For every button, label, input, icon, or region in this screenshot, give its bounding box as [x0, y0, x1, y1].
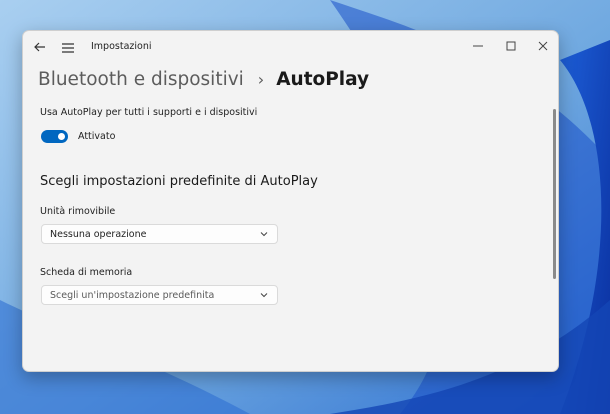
settings-window: Impostazioni Bluetooth e dispositivi › A… [22, 30, 559, 372]
defaults-section-title: Scegli impostazioni predefinite di AutoP… [40, 174, 318, 189]
back-button[interactable] [32, 39, 48, 55]
removable-drive-value: Nessuna operazione [50, 229, 147, 240]
close-icon [538, 41, 548, 51]
maximize-button[interactable] [497, 35, 525, 57]
autoplay-toggle[interactable] [41, 130, 68, 143]
maximize-icon [506, 41, 516, 51]
memory-card-dropdown[interactable]: Scegli un'impostazione predefinita [41, 285, 278, 305]
close-button[interactable] [529, 35, 557, 57]
breadcrumb-chevron-icon: › [257, 69, 265, 89]
chevron-down-icon [260, 232, 268, 237]
page-title: AutoPlay [276, 68, 370, 90]
back-arrow-icon [34, 42, 45, 52]
memory-card-label: Scheda di memoria [40, 267, 133, 278]
toggle-state-label: Attivato [78, 131, 116, 142]
memory-card-placeholder: Scegli un'impostazione predefinita [50, 290, 215, 301]
app-title: Impostazioni [91, 41, 152, 52]
autoplay-setting-label: Usa AutoPlay per tutti i supporti e i di… [40, 107, 258, 118]
removable-drive-label: Unità rimovibile [40, 206, 116, 217]
toggle-knob [58, 133, 65, 140]
chevron-down-icon [260, 293, 268, 298]
hamburger-icon [62, 43, 74, 53]
breadcrumb: Bluetooth e dispositivi › AutoPlay [38, 64, 369, 94]
breadcrumb-parent-link[interactable]: Bluetooth e dispositivi [38, 69, 244, 90]
navigation-menu-button[interactable] [61, 40, 75, 54]
vertical-scrollbar[interactable] [553, 109, 556, 279]
title-bar: Impostazioni [23, 31, 558, 63]
removable-drive-dropdown[interactable]: Nessuna operazione [41, 224, 278, 244]
minimize-icon [473, 45, 483, 47]
minimize-button[interactable] [464, 35, 492, 57]
